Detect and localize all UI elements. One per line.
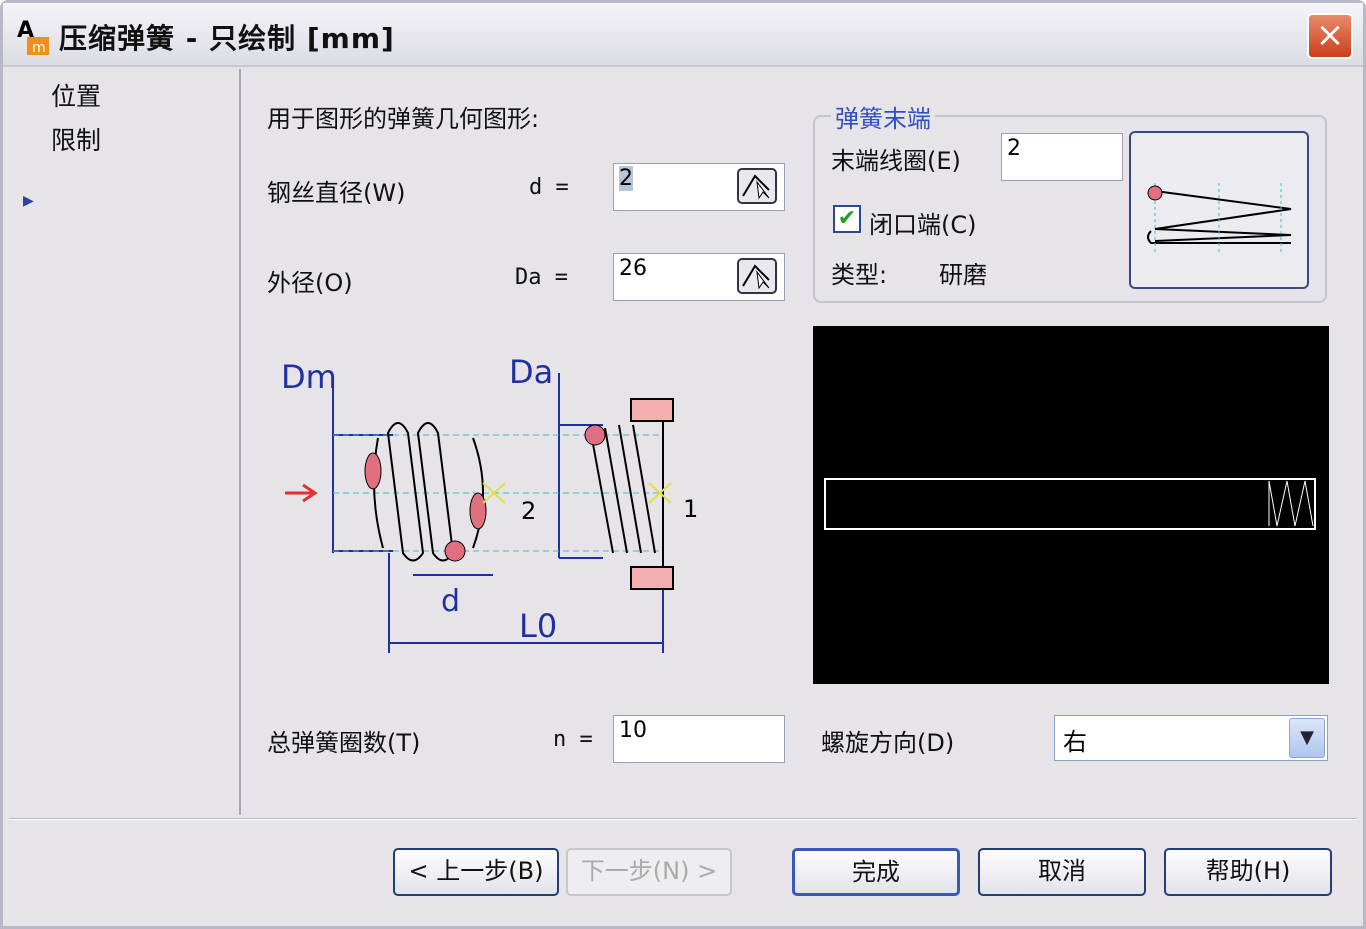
cancel-button[interactable]: 取消 xyxy=(978,848,1146,896)
helix-direction-select[interactable]: 右 ▼ xyxy=(1054,715,1328,761)
nav-item-limits[interactable]: 限制 xyxy=(51,121,101,157)
closed-ends-checkbox[interactable]: ✔ xyxy=(833,205,861,233)
title-bar[interactable]: Am 压缩弹簧 - 只绘制 [mm] × xyxy=(3,3,1363,67)
pick-wire-diameter-button[interactable] xyxy=(737,168,777,204)
end-1-label: 1 xyxy=(683,495,698,523)
total-coils-input[interactable]: 10 xyxy=(613,715,785,763)
closed-ends-label[interactable]: 闭口端(C) xyxy=(869,205,976,240)
spring-ends-title: 弹簧末端 xyxy=(831,99,935,134)
preview-spring-shape xyxy=(824,478,1316,530)
dialog-window: Am 压缩弹簧 - 只绘制 [mm] × 位置 ▶ 限制 用于图形的弹簧几何图形… xyxy=(0,0,1366,929)
outer-diameter-label: 外径(O) xyxy=(267,269,353,297)
spring-preview xyxy=(813,326,1329,684)
dm-label: Dm xyxy=(281,358,337,396)
type-label: 类型: xyxy=(831,261,888,289)
total-coils-label: 总弹簧圈数(T) xyxy=(267,729,421,757)
next-button[interactable]: 下一步(N) > xyxy=(566,848,732,896)
force-arrow-icon xyxy=(285,483,318,503)
pick-outer-diameter-button[interactable] xyxy=(737,258,777,294)
spring-diagram: Dm Da d L0 2 1 xyxy=(281,353,698,653)
type-value: 研磨 xyxy=(939,261,987,289)
back-button[interactable]: < 上一步(B) xyxy=(393,848,559,896)
d-label: d xyxy=(441,584,460,619)
svg-text:m: m xyxy=(32,40,46,55)
end-2-label: 2 xyxy=(521,497,536,525)
active-arrow-icon: ▶ xyxy=(23,193,34,209)
wire-diameter-symbol: d = xyxy=(529,175,569,200)
divider xyxy=(9,818,1357,820)
nav-panel: 位置 ▶ 限制 xyxy=(9,69,241,815)
outer-diameter-symbol: Da = xyxy=(515,265,568,290)
end-coils-input[interactable]: 2 xyxy=(1001,133,1123,181)
total-coils-symbol: n = xyxy=(553,727,593,752)
l0-label: L0 xyxy=(519,607,557,645)
end-type-image-button[interactable] xyxy=(1129,131,1309,289)
pick-icon xyxy=(742,174,770,200)
geometry-heading: 用于图形的弹簧几何图形: xyxy=(267,105,540,133)
pick-icon xyxy=(742,264,770,290)
chevron-down-icon[interactable]: ▼ xyxy=(1289,718,1325,758)
helix-direction-label: 螺旋方向(D) xyxy=(821,729,955,757)
helix-direction-value: 右 xyxy=(1063,728,1087,756)
window-title: 压缩弹簧 - 只绘制 [mm] xyxy=(59,22,395,55)
wire-diameter-label: 钢丝直径(W) xyxy=(267,179,406,207)
da-label: Da xyxy=(509,353,553,391)
ground-end-spring-icon xyxy=(1147,183,1292,253)
nav-item-position[interactable]: 位置 xyxy=(51,77,101,113)
end-coils-label: 末端线圈(E) xyxy=(831,147,961,175)
close-button[interactable]: × xyxy=(1307,13,1353,59)
help-button[interactable]: 帮助(H) xyxy=(1164,848,1332,896)
finish-button[interactable]: 完成 xyxy=(792,848,960,896)
app-icon: Am xyxy=(17,18,49,55)
